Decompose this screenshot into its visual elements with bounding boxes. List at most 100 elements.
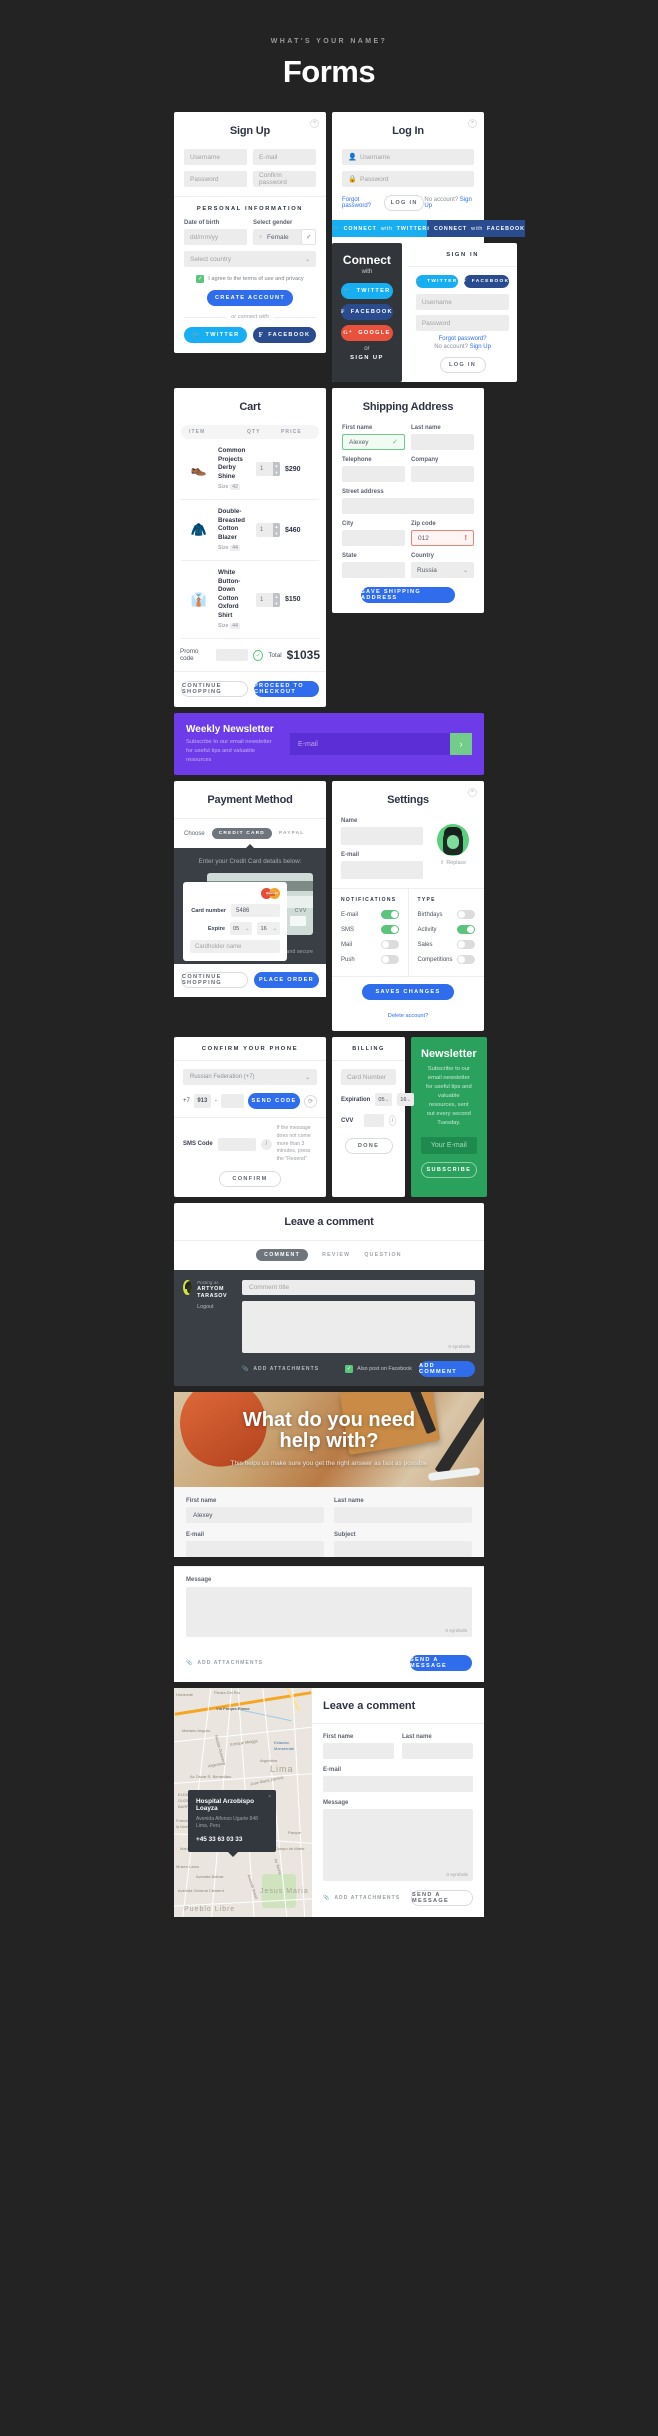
toggle-switch[interactable] [457,925,475,935]
toggle-switch[interactable] [380,910,399,920]
expiration-month-select[interactable]: 05 ⌄ [375,1093,393,1107]
signin-password-input[interactable]: Password [415,315,510,331]
hero-message-textarea[interactable]: 0 symbols [186,1587,472,1638]
hero-email-input[interactable] [186,1541,324,1558]
male-icon[interactable]: ♂ [301,229,316,245]
create-account-button[interactable]: CREATE ACCOUNT [207,290,293,306]
logout-link[interactable]: Logout [197,1304,233,1310]
cvv-box[interactable] [290,916,306,927]
quantity-stepper[interactable]: 1 ▲ ▼ [256,523,280,538]
sms-code-input[interactable] [217,1137,256,1151]
country-select[interactable]: Select country ⌄ [184,251,316,267]
send-code-button[interactable]: SEND CODE [248,1093,300,1110]
info-icon[interactable]: i [260,1138,272,1150]
hero-first-name-input[interactable]: Alexey [186,1507,324,1524]
proceed-checkout-button[interactable]: PROCEED TO CHECKOUT [254,681,319,698]
area-code-input[interactable]: 913 [193,1094,211,1109]
signin-signup-link[interactable]: Sign Up [470,344,491,350]
hero-last-name-input[interactable] [334,1507,472,1524]
continue-shopping-button[interactable]: CONTINUE SHOPPING [181,681,248,698]
place-order-button[interactable]: PLACE ORDER [254,972,319,989]
continue-shopping-button[interactable]: CONTINUE SHOPPING [181,972,248,989]
quantity-stepper[interactable]: 1 ▲ ▼ [256,592,280,607]
last-name-input[interactable] [411,434,474,450]
connect-twitter-button[interactable]: 🐦 TWITTER [341,283,393,299]
add-comment-button[interactable]: ADD COMMENT [419,1361,475,1378]
dob-input[interactable]: dd/mm/yy [184,229,247,245]
map-first-name-input[interactable] [323,1743,394,1760]
map-message-textarea[interactable]: 0 symbols [323,1809,473,1882]
signup-facebook-button[interactable]: f FACEBOOK [253,327,316,343]
first-name-input[interactable]: Alexey ✓ [342,434,405,450]
facebook-checkbox[interactable]: ✓ [345,1365,354,1374]
cardholder-input[interactable]: Cardholder name [190,940,280,954]
refresh-icon[interactable]: ⟳ [304,1094,317,1108]
connect-google-button[interactable]: g⁺ GOOGLE [341,325,393,341]
send-message-button[interactable]: SEND A MESSAGE [411,1890,473,1907]
telephone-input[interactable] [342,466,405,482]
login-password-input[interactable]: 🔒 Password [342,171,474,187]
hero-subject-input[interactable] [334,1541,472,1558]
credit-card-tab[interactable]: CREDIT CARD [211,828,272,840]
stepper-arrows[interactable]: ▲ ▼ [273,523,280,538]
street-input[interactable] [342,498,474,514]
signin-facebook-button[interactable]: f FACEBOOK [463,275,510,288]
phone-country-select[interactable]: Russian Federation (+7) ⌄ [183,1069,317,1086]
toggle-switch[interactable] [457,910,475,920]
connect-facebook-button[interactable]: f FACEBOOK [341,304,393,320]
green-newsletter-subscribe-button[interactable]: SUBSCRIBE [421,1162,477,1179]
phone-number-input[interactable] [220,1094,244,1109]
settings-name-input[interactable] [341,827,423,846]
stepper-arrows[interactable]: ▲ ▼ [273,462,280,477]
signup-email-input[interactable]: E-mail [253,149,316,165]
signup-confirm-password-input[interactable]: Confirm password [253,171,316,187]
replace-avatar-button[interactable]: ⇧ Replace [440,860,466,866]
toggle-switch[interactable] [380,940,399,950]
add-attachments-button[interactable]: 📎 ADD ATTACHMENTS [323,1895,400,1901]
add-attachments-button[interactable]: 📎 ADD ATTACHMENTS [242,1366,319,1372]
tab-review[interactable]: REVIEW [322,1252,350,1258]
country-select[interactable]: Russia ⌄ [411,562,474,578]
paypal-tab[interactable]: PAYPAL [279,831,305,836]
company-input[interactable] [411,466,474,482]
zip-input[interactable]: 012 ! [411,530,474,546]
add-attachments-button[interactable]: 📎 ADD ATTACHMENTS [186,1660,263,1666]
save-shipping-button[interactable]: SAVE SHIPPING ADDRESS [361,587,455,603]
city-input[interactable] [342,530,405,546]
settings-email-input[interactable] [341,861,423,880]
signin-login-button[interactable]: LOG IN [439,357,486,373]
terms-checkbox[interactable]: ✓ [196,275,205,283]
toggle-switch[interactable] [457,955,475,965]
gender-select[interactable]: ♀ Female ♂ [253,229,316,245]
close-icon[interactable]: × [468,119,477,128]
expire-month-select[interactable]: 05 ⌄ [229,922,253,936]
comment-textarea[interactable]: 0 symbols [242,1301,475,1354]
toggle-switch[interactable] [380,925,399,935]
billing-card-number-input[interactable]: Card Number [341,1069,396,1086]
signin-twitter-button[interactable]: 🐦 TWITTER [415,275,458,288]
billing-cvv-input[interactable] [363,1114,384,1128]
save-changes-button[interactable]: SAVES CHANGES [362,984,454,1001]
send-message-button[interactable]: SEND A MESSAGE [410,1655,472,1672]
delete-account-link[interactable]: Delete account? [388,1013,428,1019]
toggle-switch[interactable] [380,955,399,965]
connect-twitter-button[interactable]: 🐦 CONNECT with TWITTER [332,220,428,237]
card-number-input[interactable]: 5486 [231,904,280,918]
map[interactable]: Horizonte Piedra Del Rio Via Parque Rima… [174,1688,312,1918]
expire-year-select[interactable]: 16 ⌄ [257,922,280,936]
tab-comment[interactable]: COMMENT [256,1249,309,1262]
newsletter-submit-button[interactable]: › [450,733,472,756]
connect-signup-link[interactable]: SIGN UP [341,355,393,361]
signup-password-input[interactable]: Password [184,171,247,187]
signup-twitter-button[interactable]: 🐦 TWITTER [184,327,247,343]
map-email-input[interactable] [323,1776,473,1793]
map-last-name-input[interactable] [402,1743,473,1760]
comment-title-input[interactable]: Comment title [242,1280,475,1296]
done-button[interactable]: DONE [344,1138,393,1155]
signup-username-input[interactable]: Username [184,149,247,165]
newsletter-email-input[interactable]: E-mail [290,733,450,756]
close-icon[interactable]: × [310,119,319,128]
quantity-stepper[interactable]: 1 ▲ ▼ [256,462,280,477]
state-input[interactable] [342,562,405,578]
toggle-switch[interactable] [457,940,475,950]
